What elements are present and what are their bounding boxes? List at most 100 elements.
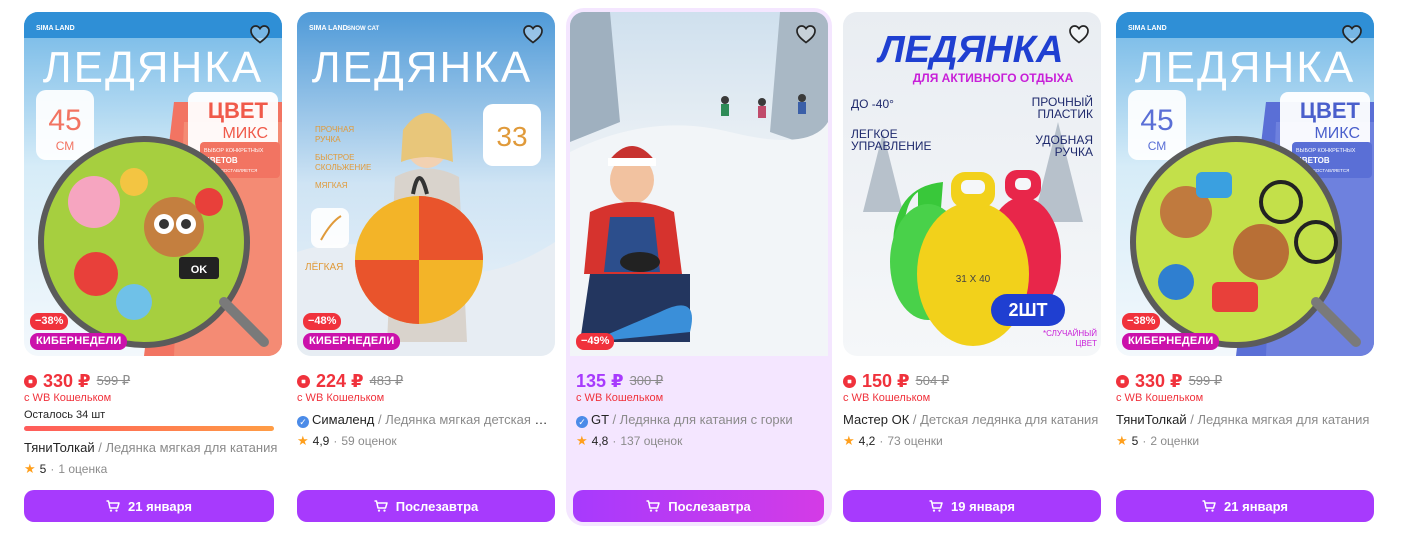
old-price: 504 ₽ — [915, 373, 950, 388]
brand-logo: SIMA LAND — [36, 25, 75, 32]
wallet-icon — [843, 374, 856, 388]
banner-subtitle: ДЛЯ АКТИВНОГО ОТДЫХА — [913, 71, 1074, 85]
reviews-count[interactable]: 137 оценок — [620, 434, 682, 448]
product-card[interactable]: SIMA LAND ЛЕДЯНКА 45 СМ ЦВЕТ МИКС ВЫБОР … — [20, 8, 286, 526]
color-title: ЦВЕТ — [208, 98, 269, 123]
old-price: 483 ₽ — [369, 373, 404, 388]
price-row: 150 ₽ 504 ₽ — [843, 370, 949, 392]
discount-badge: −38% — [1122, 313, 1161, 330]
product-name: Ледянка мягкая для катания — [1197, 412, 1370, 427]
product-title[interactable]: Мастер ОК / Детская ледянка для катания — [843, 412, 1099, 427]
title-separator: / — [1186, 412, 1198, 427]
wallet-icon — [1116, 374, 1129, 388]
product-title[interactable]: ТяниТолкай / Ледянка мягкая для катания — [24, 440, 280, 455]
rating-value: 5 — [39, 462, 47, 476]
product-title[interactable]: ТяниТолкай / Ледянка мягкая для катания — [1116, 412, 1372, 427]
size-unit: СМ — [56, 139, 75, 153]
title-separator: / — [909, 412, 921, 427]
price-row: 330 ₽ 599 ₽ — [1116, 370, 1222, 392]
brand-name: Мастер ОК — [843, 412, 910, 427]
cart-icon — [929, 500, 943, 512]
add-to-cart-button[interactable]: Послезавтра — [573, 490, 824, 522]
feature-text: ПЛАСТИК — [1038, 107, 1093, 121]
banner-text: ЛЕДЯНКА — [1135, 43, 1356, 92]
product-name: Ледянка для катания с горки — [619, 412, 793, 427]
product-card[interactable]: SIMA LAND ЛЕДЯНКА 45 СМ ЦВЕТ МИКС ВЫБОР … — [1112, 8, 1378, 526]
delivery-date: Послезавтра — [395, 498, 479, 514]
brand-name: Сималенд — [312, 412, 375, 427]
favorite-heart-icon[interactable] — [521, 22, 545, 46]
promo-badge: КИБЕРНЕДЕЛИ — [30, 333, 128, 350]
favorite-heart-icon[interactable] — [794, 22, 818, 46]
star-icon: ★ — [843, 433, 855, 448]
favorite-heart-icon[interactable] — [1067, 22, 1091, 46]
reviews-count[interactable]: 73 оценки — [887, 434, 942, 448]
reviews-count[interactable]: 59 оценок — [341, 434, 396, 448]
add-to-cart-button[interactable]: 19 января — [843, 490, 1101, 522]
cart-icon — [646, 500, 660, 512]
delivery-date: 21 января — [128, 498, 192, 514]
banner-text: ЛЕДЯНКА — [312, 43, 533, 92]
product-card[interactable]: SIMA LAND SNOW CAT ЛЕДЯНКА ПРОЧНАЯ РУЧКА… — [293, 8, 559, 526]
feature-text: УПРАВЛЕНИЕ — [851, 139, 932, 153]
product-image[interactable]: ЛЕДЯНКА ДЛЯ АКТИВНОГО ОТДЫХА ДО -40° ПРО… — [843, 12, 1101, 356]
product-title[interactable]: ✓Сималенд / Ледянка мягкая детская для к… — [297, 412, 553, 428]
promo-badge: КИБЕРНЕДЕЛИ — [1122, 333, 1220, 350]
rating-value: 4,2 — [858, 434, 876, 448]
star-icon: ★ — [297, 433, 309, 448]
reviews-count[interactable]: 2 оценки — [1150, 434, 1199, 448]
feature-text: ЛЁГКАЯ — [305, 261, 343, 273]
note-line: ВЫБОР КОНКРЕТНЫХ — [1296, 148, 1356, 154]
discount-badge: −49% — [576, 333, 615, 350]
rating-dot: · — [333, 434, 338, 448]
stock-remaining: Осталось 34 шт — [24, 409, 106, 421]
wallet-note: с WB Кошельком — [1116, 392, 1204, 404]
title-separator: / — [94, 440, 106, 455]
brand-logo: SNOW CAT — [347, 26, 380, 32]
current-price: 330 ₽ — [43, 370, 91, 391]
color-subtitle: МИКС — [222, 125, 268, 142]
product-image[interactable]: SIMA LAND ЛЕДЯНКА 45 СМ ЦВЕТ МИКС ВЫБОР … — [24, 12, 282, 356]
wallet-note: с WB Кошельком — [297, 392, 385, 404]
rating-value: 4,9 — [312, 434, 330, 448]
product-title[interactable]: ✓ GT / Ледянка для катания с горки — [576, 412, 832, 428]
wallet-note: с WB Кошельком — [843, 392, 931, 404]
feature-text: СКОЛЬЖЕНИЕ — [315, 163, 371, 172]
price-row: 135 ₽ 300 ₽ — [570, 370, 663, 392]
product-card[interactable]: −49% 135 ₽ 300 ₽ с WB Кошельком ✓ GT / Ле… — [566, 8, 832, 526]
add-to-cart-button[interactable]: Послезавтра — [297, 490, 555, 522]
wallet-icon — [297, 374, 310, 388]
cart-icon — [374, 500, 388, 512]
rating: ★ 5 · 2 оценки — [1116, 433, 1199, 449]
price-row: 330 ₽ 599 ₽ — [24, 370, 130, 392]
feature-text: РУЧКА — [315, 135, 341, 144]
product-image[interactable]: SIMA LAND SNOW CAT ЛЕДЯНКА ПРОЧНАЯ РУЧКА… — [297, 12, 555, 356]
promo-badge: КИБЕРНЕДЕЛИ — [303, 333, 401, 350]
old-price: 599 ₽ — [96, 373, 131, 388]
feature-text: ПРОЧНАЯ — [315, 125, 354, 134]
add-to-cart-button[interactable]: 21 января — [1116, 490, 1374, 522]
brand-name: GT — [591, 412, 609, 427]
cart-icon — [106, 500, 120, 512]
product-name: Ледянка мягкая детская для катания — [385, 412, 553, 427]
brand-logo: SIMA LAND — [1128, 25, 1167, 32]
favorite-heart-icon[interactable] — [248, 22, 272, 46]
rating: ★ 4,2 · 73 оценки — [843, 433, 943, 449]
banner-text: ЛЕДЯНКА — [43, 43, 264, 92]
product-card[interactable]: ЛЕДЯНКА ДЛЯ АКТИВНОГО ОТДЫХА ДО -40° ПРО… — [839, 8, 1105, 526]
delivery-date: Послезавтра — [668, 498, 751, 514]
star-icon: ★ — [24, 461, 36, 476]
note-line: ВЫБОР КОНКРЕТНЫХ — [204, 148, 264, 154]
feature-text: МЯГКАЯ — [315, 181, 348, 190]
title-separator: / — [374, 412, 386, 427]
favorite-heart-icon[interactable] — [1340, 22, 1364, 46]
rating: ★ 4,8 · 137 оценок — [576, 433, 682, 449]
brand-name: ТяниТолкай — [1116, 412, 1187, 427]
reviews-count[interactable]: 1 оценка — [58, 462, 107, 476]
product-name: Ледянка мягкая для катания — [105, 440, 278, 455]
product-image[interactable]: −49% — [570, 12, 828, 356]
quantity-badge: 2ШТ — [1008, 300, 1047, 320]
product-image[interactable]: SIMA LAND ЛЕДЯНКА 45 СМ ЦВЕТ МИКС ВЫБОР … — [1116, 12, 1374, 356]
add-to-cart-button[interactable]: 21 января — [24, 490, 274, 522]
discount-badge: −38% — [30, 313, 69, 330]
